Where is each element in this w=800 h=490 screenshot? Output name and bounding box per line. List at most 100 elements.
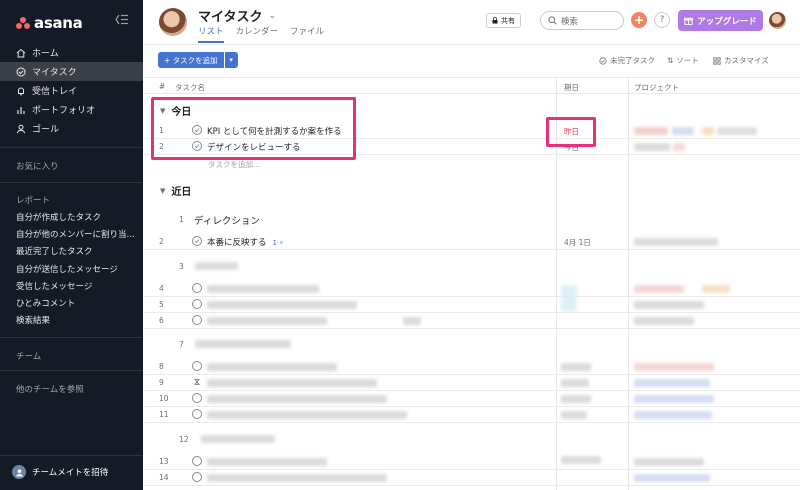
report-item[interactable]: ひとみコメント	[0, 296, 143, 313]
tab-calendar[interactable]: カレンダー	[236, 25, 279, 43]
subsection-row[interactable]: 12	[143, 429, 800, 449]
task-row[interactable]: 6	[143, 313, 800, 329]
complete-checkbox[interactable]	[192, 283, 202, 293]
collapse-sidebar-icon[interactable]	[115, 14, 129, 29]
share-button[interactable]: 共有	[486, 13, 521, 28]
blurred-text	[561, 363, 591, 371]
sort-button[interactable]: ⇅ ソート	[667, 55, 699, 66]
complete-checkbox[interactable]	[192, 315, 202, 325]
row-number: 4	[159, 284, 164, 293]
sidebar: asana ホーム マイタスク 受信トレイ ポートフォリオ ゴール お気に入り …	[0, 0, 143, 490]
favorites-title[interactable]: お気に入り	[16, 160, 59, 172]
row-number: 6	[159, 316, 164, 325]
report-item[interactable]: 最近完了したタスク	[0, 244, 143, 261]
blurred-text	[195, 262, 238, 270]
add-task-inline-link[interactable]: タスクを追加...	[208, 159, 260, 170]
subsection-row[interactable]: 7	[143, 334, 800, 354]
report-item[interactable]: 検索結果	[0, 313, 143, 330]
complete-checkbox[interactable]	[192, 236, 202, 246]
nav-goals[interactable]: ゴール	[0, 119, 143, 138]
chevron-down-icon: ⌄	[268, 10, 277, 21]
task-row[interactable]: 9	[143, 375, 800, 391]
nav-inbox[interactable]: 受信トレイ	[0, 81, 143, 100]
due-date[interactable]: 4月 1日	[564, 237, 591, 248]
report-item[interactable]: 自分が他のメンバーに割り当…	[0, 227, 143, 244]
help-button[interactable]: ?	[654, 12, 670, 28]
task-row[interactable]: 11	[143, 407, 800, 423]
browse-teams-link[interactable]: 他のチームを参照	[16, 383, 84, 395]
asana-logo[interactable]: asana	[16, 14, 83, 32]
complete-checkbox[interactable]	[192, 409, 202, 419]
report-item[interactable]: 自分が作成したタスク	[0, 210, 143, 227]
quick-add-button[interactable]: +	[631, 12, 647, 28]
hourglass-icon[interactable]	[192, 377, 202, 387]
subsection-name[interactable]: ディレクション	[194, 213, 260, 227]
blurred-text	[195, 340, 291, 348]
account-avatar[interactable]	[769, 12, 786, 29]
task-row[interactable]: 8	[143, 359, 800, 375]
project-tag[interactable]	[673, 143, 685, 151]
share-label: 共有	[501, 16, 515, 25]
tab-list[interactable]: リスト	[198, 25, 224, 43]
col-task-name-header[interactable]: タスク名	[175, 82, 205, 93]
blurred-text	[207, 379, 377, 387]
nav-my-tasks[interactable]: マイタスク	[0, 62, 143, 81]
add-task-button[interactable]: + タスクを追加	[158, 52, 224, 68]
project-tag[interactable]	[634, 238, 718, 246]
page-title[interactable]: マイタスク ⌄	[198, 6, 276, 25]
invite-teammates-button[interactable]: チームメイトを招待	[12, 465, 108, 479]
project-tag[interactable]	[672, 127, 694, 135]
task-row[interactable]: 10	[143, 391, 800, 407]
report-item[interactable]: 自分が送信したメッセージ	[0, 262, 143, 279]
nav-portfolios-label: ポートフォリオ	[32, 106, 96, 116]
project-tag[interactable]	[717, 127, 757, 135]
col-project-header[interactable]: プロジェクト	[634, 82, 679, 93]
upgrade-button[interactable]: アップグレード	[678, 10, 763, 31]
tab-files[interactable]: ファイル	[290, 25, 324, 43]
report-item[interactable]: 受信したメッセージ	[0, 279, 143, 296]
logo-text: asana	[34, 14, 83, 32]
search-input[interactable]: 検索	[540, 11, 624, 30]
divider	[0, 337, 143, 338]
subsection-row[interactable]: 3	[143, 256, 800, 276]
add-task-dropdown[interactable]: ▾	[224, 52, 238, 68]
complete-checkbox[interactable]	[192, 299, 202, 309]
blurred-text	[207, 285, 319, 293]
task-row[interactable]: 2 本番に反映する 1 ⑂ 4月 1日	[143, 234, 800, 250]
highlight-box-due	[546, 117, 596, 147]
task-row[interactable]: 5	[143, 297, 800, 313]
customize-button[interactable]: カスタマイズ	[713, 55, 769, 66]
add-task-button-group: + タスクを追加 ▾	[158, 52, 238, 68]
nav-portfolios[interactable]: ポートフォリオ	[0, 100, 143, 119]
subtask-count-value: 1	[272, 239, 277, 247]
upgrade-label: アップグレード	[697, 16, 757, 27]
col-due-header[interactable]: 期日	[564, 82, 579, 93]
subsection-row[interactable]: 1 ディレクション	[143, 209, 800, 229]
subtask-count[interactable]: 1 ⑂	[273, 239, 284, 247]
section-soon[interactable]: ▼ 近日	[160, 183, 191, 199]
reports-title[interactable]: レポート	[16, 194, 50, 206]
task-name[interactable]: 本番に反映する 1 ⑂	[207, 236, 283, 248]
divider	[0, 370, 143, 371]
task-row[interactable]: 14	[143, 470, 800, 486]
task-row[interactable]: 4	[143, 281, 800, 311]
complete-checkbox[interactable]	[192, 361, 202, 371]
project-tag[interactable]	[634, 127, 668, 135]
nav-home[interactable]: ホーム	[0, 43, 143, 62]
blurred-text	[207, 301, 357, 309]
blurred-text	[207, 411, 407, 419]
grid-icon	[713, 56, 721, 65]
row-number: 14	[159, 473, 169, 482]
project-tag[interactable]	[634, 143, 670, 151]
teams-title[interactable]: チーム	[16, 350, 41, 362]
project-tag	[634, 458, 704, 466]
project-tag[interactable]	[702, 127, 714, 135]
complete-checkbox[interactable]	[192, 472, 202, 482]
incomplete-tasks-filter[interactable]: 未完了タスク	[599, 55, 655, 66]
project-tag	[634, 301, 704, 309]
complete-checkbox[interactable]	[192, 393, 202, 403]
complete-checkbox[interactable]	[192, 456, 202, 466]
task-row[interactable]: 13	[143, 454, 800, 470]
user-avatar[interactable]	[159, 8, 187, 36]
subtask-icon: ⑂	[279, 239, 284, 247]
